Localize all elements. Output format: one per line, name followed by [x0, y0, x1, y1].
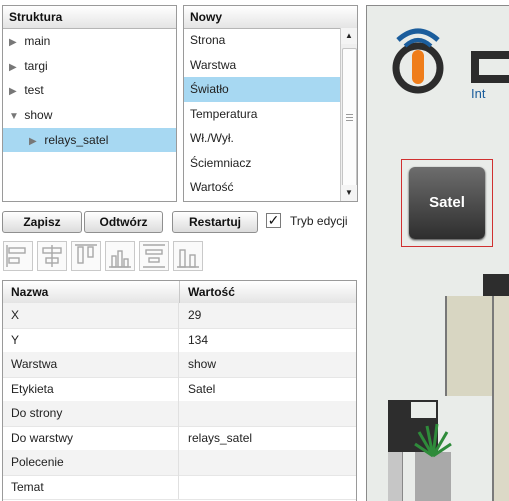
property-name: Y — [3, 327, 179, 352]
list-item[interactable]: Strona — [184, 28, 340, 53]
wall-gap — [411, 402, 436, 418]
property-value[interactable]: Satel — [180, 377, 215, 402]
property-value[interactable]: relays_satel — [180, 426, 252, 451]
structure-header: Struktura — [3, 6, 176, 29]
tree-item-label: targi — [24, 59, 48, 73]
wall — [492, 296, 509, 501]
expand-arrow-icon[interactable]: ▶ — [9, 56, 21, 80]
design-canvas[interactable]: Int Satel — [366, 5, 509, 501]
table-row[interactable]: Polecenie — [3, 450, 356, 476]
expand-arrow-icon[interactable]: ▶ — [9, 31, 21, 55]
chart-icon[interactable] — [105, 241, 135, 271]
restart-button[interactable]: Restartuj — [172, 211, 258, 233]
table-row[interactable]: X 29 — [3, 303, 356, 329]
grip-line — [346, 120, 353, 121]
new-element-panel: Nowy Strona Warstwa Światło Temperatura … — [183, 5, 358, 202]
save-button[interactable]: Zapisz — [2, 211, 82, 233]
property-name: Do strony — [3, 401, 179, 426]
list-item-selected[interactable]: Światło — [184, 77, 340, 102]
tree-item-test[interactable]: ▶ test — [3, 78, 176, 102]
table-row[interactable]: Warstwa show — [3, 352, 356, 378]
list-item[interactable]: Ściemniacz — [184, 151, 340, 176]
scrollbar[interactable]: ▲ ▼ — [340, 28, 357, 201]
new-element-header: Nowy — [184, 6, 357, 29]
wall — [388, 452, 403, 501]
tree-item-show[interactable]: ▼ show — [3, 103, 176, 127]
column-header-value[interactable]: Wartość — [180, 281, 235, 303]
property-value[interactable]: show — [180, 352, 216, 377]
align-bottom-icon[interactable] — [173, 241, 203, 271]
property-name: Warstwa — [3, 352, 179, 377]
distribute-icon[interactable] — [139, 241, 169, 271]
tree-item-targi[interactable]: ▶ targi — [3, 54, 176, 78]
plant-icon — [414, 423, 452, 458]
grip-line — [346, 117, 353, 118]
property-name: X — [3, 303, 179, 328]
grip-line — [346, 114, 353, 115]
expand-arrow-icon[interactable]: ▶ — [9, 80, 21, 104]
properties-table: Nazwa Wartość X 29 Y 134 Warstwa show Etyki… — [2, 280, 357, 501]
expand-arrow-icon[interactable]: ▶ — [29, 130, 41, 154]
property-name: Do warstwy — [3, 425, 179, 450]
tree-item-label: main — [24, 34, 51, 48]
table-row[interactable]: Do strony — [3, 401, 356, 427]
tree-item-main[interactable]: ▶ main — [3, 29, 176, 53]
align-top-icon[interactable] — [71, 241, 101, 271]
property-name: Polecenie — [3, 450, 179, 475]
table-row[interactable]: Y 134 — [3, 327, 356, 353]
structure-panel: Struktura ▶ main ▶ targi ▶ test ▼ show ▶… — [2, 5, 177, 202]
new-element-list[interactable]: Strona Warstwa Światło Temperatura Wł./W… — [184, 28, 340, 201]
table-row[interactable]: Do warstwy relays_satel — [3, 425, 356, 451]
scrollbar-thumb[interactable] — [342, 48, 357, 188]
open-button[interactable]: Odtwórz — [84, 211, 163, 233]
property-value[interactable]: 29 — [180, 303, 201, 328]
scroll-down-icon[interactable]: ▼ — [341, 185, 357, 201]
property-value[interactable]: 134 — [180, 328, 208, 353]
planter — [415, 452, 451, 501]
column-header-name[interactable]: Nazwa — [3, 281, 180, 303]
scroll-up-icon[interactable]: ▲ — [341, 28, 357, 44]
floor-area — [445, 296, 492, 396]
edit-mode-label: Tryb edycji — [290, 214, 348, 228]
table-row[interactable]: Temat — [3, 474, 356, 500]
align-left-icon[interactable] — [3, 241, 33, 271]
list-item[interactable]: Temperatura — [184, 102, 340, 127]
collapse-arrow-icon[interactable]: ▼ — [9, 105, 21, 129]
table-row[interactable]: Etykieta Satel — [3, 376, 356, 402]
list-item[interactable]: Warstwa — [184, 53, 340, 78]
edit-mode-checkbox[interactable]: ✓ — [266, 213, 281, 228]
tree-item-label: test — [24, 83, 44, 97]
property-name: Temat — [3, 474, 179, 499]
tree-item-relays-satel[interactable]: ▶ relays_satel — [3, 128, 176, 152]
tree-item-label: show — [24, 108, 53, 122]
properties-header: Nazwa Wartość — [3, 281, 356, 304]
list-item[interactable]: Wł./Wył. — [184, 126, 340, 151]
tree-item-label: relays_satel — [44, 133, 109, 147]
logo-icon — [392, 28, 509, 94]
align-center-icon[interactable] — [37, 241, 67, 271]
satel-button[interactable]: Satel — [409, 167, 485, 239]
property-name: Etykieta — [3, 376, 179, 401]
selection-frame[interactable]: Satel — [401, 159, 493, 247]
logo-subtitle: Int — [471, 86, 486, 101]
list-item[interactable]: Wartość — [184, 175, 340, 200]
